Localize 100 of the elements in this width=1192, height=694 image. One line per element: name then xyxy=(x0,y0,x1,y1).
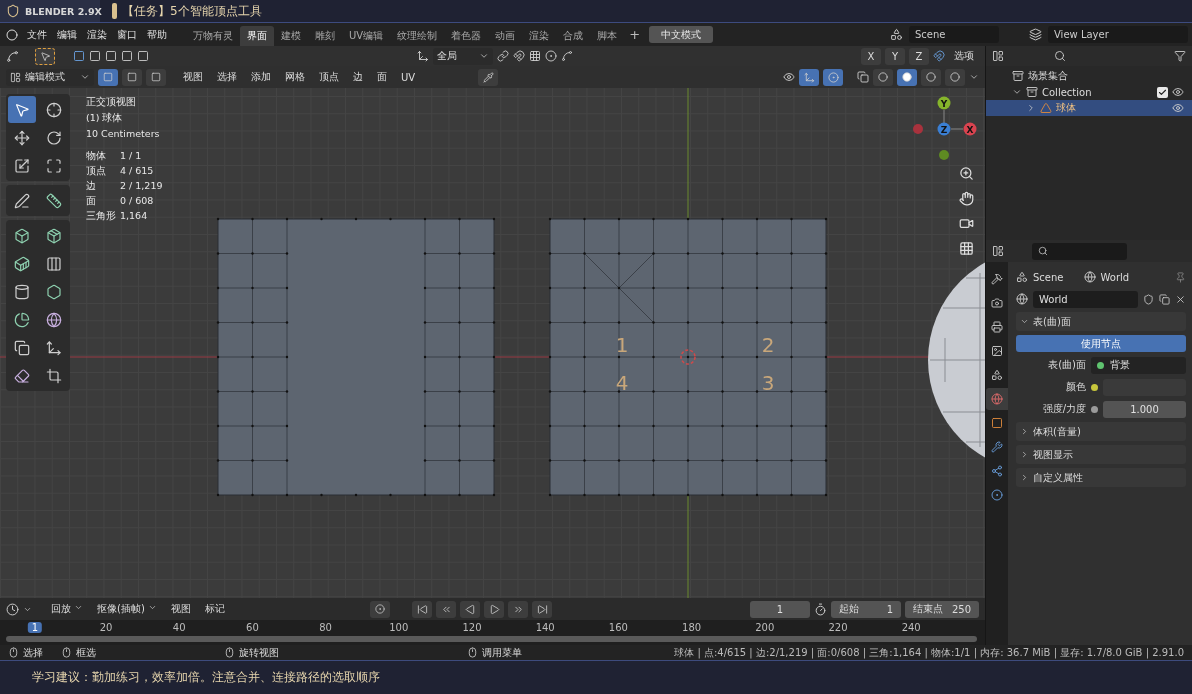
axis-toggle[interactable]: Y xyxy=(885,47,905,65)
menu-item[interactable]: 网格 xyxy=(280,70,310,84)
pin-icon[interactable] xyxy=(1175,271,1186,283)
shading-button[interactable] xyxy=(897,68,917,86)
frame-number[interactable]: 100 xyxy=(385,622,413,633)
magnet-icon[interactable] xyxy=(933,50,945,62)
frame-number[interactable]: 20 xyxy=(95,622,117,633)
select-box-icon[interactable] xyxy=(121,50,133,62)
menu-item[interactable]: 视图 xyxy=(165,602,196,616)
copy-icon[interactable] xyxy=(1159,293,1170,305)
frame-number[interactable]: 140 xyxy=(531,622,559,633)
outliner-row[interactable]: Collection xyxy=(986,84,1192,100)
chevron-down-icon[interactable] xyxy=(969,72,979,82)
next-key-button[interactable] xyxy=(508,600,528,618)
axis-handle[interactable]: X xyxy=(963,122,977,136)
scene-icon[interactable] xyxy=(890,28,903,41)
select-box-icon[interactable] xyxy=(73,50,85,62)
frame-number[interactable]: 200 xyxy=(751,622,779,633)
outliner-row[interactable]: 场景集合 xyxy=(986,68,1192,84)
clock-icon[interactable] xyxy=(6,602,19,616)
menu-item[interactable]: 抠像(插帧) xyxy=(92,602,162,616)
mode-dropdown[interactable]: 编辑模式 xyxy=(6,68,94,86)
eye-icon[interactable] xyxy=(783,71,795,83)
select-mode-button[interactable] xyxy=(98,68,118,86)
shader-field[interactable]: 背景 xyxy=(1091,356,1186,374)
mode-badge[interactable]: 中文模式 xyxy=(649,26,714,43)
close-icon[interactable] xyxy=(1175,293,1186,305)
menu-item[interactable]: 面 xyxy=(372,70,392,84)
select-mode-button[interactable] xyxy=(122,68,142,86)
axis-dot[interactable] xyxy=(913,124,923,134)
view-layer-field[interactable]: View Layer xyxy=(1048,26,1188,43)
current-frame-field[interactable]: 1 xyxy=(750,600,810,618)
options-menu[interactable]: 选项 xyxy=(949,49,979,63)
menu-item[interactable]: 标记 xyxy=(199,602,230,616)
end-frame-field[interactable]: 结束点 250 xyxy=(905,600,979,618)
jump-start-button[interactable] xyxy=(412,600,432,618)
frame-number[interactable]: 120 xyxy=(458,622,486,633)
workspace-tab[interactable]: 动画 xyxy=(488,26,523,46)
panel-header[interactable]: 表(曲)面 xyxy=(1016,312,1186,331)
menu-item[interactable]: 帮助 xyxy=(142,27,172,42)
play-button[interactable] xyxy=(484,600,504,618)
panel-header[interactable]: 自定义属性 xyxy=(1016,468,1186,487)
shield-icon[interactable] xyxy=(1143,293,1154,305)
axes-icon[interactable] xyxy=(417,50,429,62)
scene-field[interactable]: Scene xyxy=(909,26,999,43)
checkbox[interactable] xyxy=(1157,86,1168,98)
editor-type-icon[interactable] xyxy=(992,50,1004,62)
menu-item[interactable]: 选择 xyxy=(212,70,242,84)
add-workspace-button[interactable]: + xyxy=(624,27,646,42)
magnet-icon[interactable] xyxy=(513,50,525,62)
workspace-tab[interactable]: 纹理绘制 xyxy=(390,26,445,46)
breadcrumb-item[interactable]: World xyxy=(1100,271,1130,283)
menu-item[interactable]: UV xyxy=(396,71,421,83)
axis-handle[interactable]: Z xyxy=(937,122,951,136)
tool-button[interactable] xyxy=(8,96,36,123)
select-box-icon[interactable] xyxy=(137,50,149,62)
scrollbar[interactable] xyxy=(6,636,977,642)
frame-number[interactable]: 240 xyxy=(897,622,925,633)
orientation-dropdown[interactable]: 全局 xyxy=(433,47,493,65)
select-box-icon[interactable] xyxy=(89,50,101,62)
frame-number[interactable]: 60 xyxy=(242,622,263,633)
jump-end-button[interactable] xyxy=(532,600,552,618)
editor-type-icon[interactable] xyxy=(992,245,1004,257)
workspace-tab[interactable]: 渲染 xyxy=(522,26,557,46)
outliner-row[interactable]: 球体 xyxy=(986,100,1192,116)
frame-number[interactable]: 180 xyxy=(678,622,706,633)
workspace-tab[interactable]: 万物有灵 xyxy=(186,26,240,46)
workspace-tab[interactable]: 雕刻 xyxy=(308,26,342,46)
search-field[interactable] xyxy=(1032,242,1127,260)
frame-number[interactable]: 40 xyxy=(168,622,190,633)
frame-number[interactable]: 160 xyxy=(604,622,632,633)
workspace-tab[interactable]: 建模 xyxy=(274,26,308,46)
select-box-icon[interactable] xyxy=(105,50,117,62)
layers-icon[interactable] xyxy=(1029,28,1042,41)
menu-item[interactable]: 渲染 xyxy=(82,27,112,42)
workspace-tab[interactable]: 着色器 xyxy=(444,26,489,46)
menu-item[interactable]: 窗口 xyxy=(112,27,142,42)
menu-item[interactable]: 回放 xyxy=(46,602,88,616)
grid-icon[interactable] xyxy=(529,50,541,62)
eye-icon[interactable] xyxy=(1172,102,1184,114)
menu-item[interactable]: 边 xyxy=(348,70,368,84)
workspace-tab[interactable]: 界面 xyxy=(240,26,274,46)
axis-handle[interactable]: Y xyxy=(937,96,951,110)
eyedropper-button[interactable] xyxy=(478,68,499,86)
number-field[interactable]: 1.000 xyxy=(1103,400,1186,418)
axis-dot[interactable] xyxy=(939,150,949,160)
frame-number[interactable]: 1 xyxy=(27,622,43,633)
eye-icon[interactable] xyxy=(1172,86,1184,98)
frame-number[interactable]: 80 xyxy=(315,622,336,633)
menu-item[interactable]: 编辑 xyxy=(52,27,82,42)
frame-number[interactable]: 220 xyxy=(824,622,852,633)
world-field[interactable]: World xyxy=(1033,290,1138,308)
search-icon[interactable] xyxy=(1054,50,1066,62)
globe-icon[interactable] xyxy=(1016,293,1028,305)
overlay-button[interactable] xyxy=(823,68,843,86)
menu-item[interactable]: 文件 xyxy=(22,27,52,42)
breadcrumb-item[interactable]: Scene xyxy=(1033,271,1064,283)
gizmo-button[interactable] xyxy=(799,68,819,86)
use-nodes-button[interactable]: 使用节点 xyxy=(1016,335,1186,352)
axis-toggle[interactable]: Z xyxy=(909,47,929,65)
